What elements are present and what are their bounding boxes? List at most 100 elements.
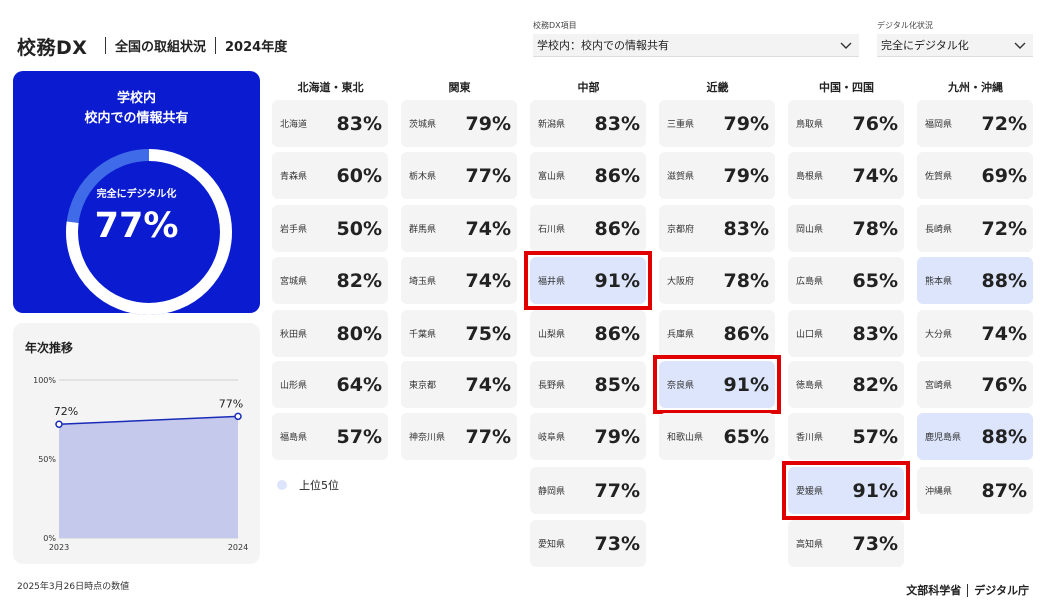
- prefecture-card[interactable]: 和歌山県 65%: [659, 413, 775, 460]
- prefecture-card[interactable]: 熊本県 88%: [917, 257, 1033, 304]
- dx-item-select[interactable]: 学校内：校内での情報共有: [533, 34, 859, 57]
- prefecture-card[interactable]: 兵庫県 86%: [659, 310, 775, 357]
- y-tick-label: 0%: [43, 534, 56, 543]
- data-label: 72%: [54, 405, 78, 418]
- prefecture-name: 徳島県: [796, 381, 824, 391]
- prefecture-card[interactable]: 栃木県 77%: [401, 152, 517, 199]
- prefecture-name: 三重県: [667, 120, 695, 130]
- prefecture-value: 72%: [981, 217, 1027, 240]
- prefecture-name: 山梨県: [538, 330, 566, 340]
- prefecture-name: 山形県: [280, 381, 308, 391]
- prefecture-card[interactable]: 岩手県 50%: [272, 205, 388, 252]
- prefecture-value: 76%: [981, 373, 1027, 396]
- status-select[interactable]: 完全にデジタル化: [877, 34, 1033, 57]
- prefecture-name: 千葉県: [409, 330, 437, 340]
- prefecture-name: 秋田県: [280, 330, 308, 340]
- prefecture-name: 岩手県: [280, 225, 308, 235]
- prefecture-value: 65%: [723, 425, 769, 448]
- prefecture-name: 宮城県: [280, 277, 308, 287]
- prefecture-value: 77%: [594, 479, 640, 502]
- prefecture-card[interactable]: 愛媛県 91%: [788, 467, 904, 514]
- prefecture-card[interactable]: 高知県 73%: [788, 520, 904, 567]
- prefecture-value: 83%: [336, 112, 382, 135]
- prefecture-name: 愛媛県: [796, 487, 824, 497]
- prefecture-name: 宮崎県: [925, 381, 953, 391]
- prefecture-card[interactable]: 北海道 83%: [272, 100, 388, 147]
- prefecture-card[interactable]: 徳島県 82%: [788, 361, 904, 408]
- prefecture-card[interactable]: 神奈川県 77%: [401, 413, 517, 460]
- prefecture-card[interactable]: 岡山県 78%: [788, 205, 904, 252]
- prefecture-name: 茨城県: [409, 120, 437, 130]
- prefecture-name: 青森県: [280, 172, 308, 182]
- prefecture-card[interactable]: 埼玉県 74%: [401, 257, 517, 304]
- prefecture-card[interactable]: 佐賀県 69%: [917, 152, 1033, 199]
- prefecture-card[interactable]: 秋田県 80%: [272, 310, 388, 357]
- prefecture-card[interactable]: 京都府 83%: [659, 205, 775, 252]
- region-header-kanto: 関東: [448, 81, 471, 94]
- prefecture-card[interactable]: 青森県 60%: [272, 152, 388, 199]
- prefecture-card[interactable]: 大阪府 78%: [659, 257, 775, 304]
- prefecture-card[interactable]: 奈良県 91%: [659, 361, 775, 408]
- region-header-chugoku-shikoku: 中国・四国: [819, 81, 874, 94]
- prefecture-value: 74%: [465, 373, 511, 396]
- prefecture-card[interactable]: 大分県 74%: [917, 310, 1033, 357]
- prefecture-card[interactable]: 広島県 65%: [788, 257, 904, 304]
- prefecture-name: 岐阜県: [538, 433, 566, 443]
- prefecture-card[interactable]: 滋賀県 79%: [659, 152, 775, 199]
- footnote: 2025年3月26日時点の数値: [17, 582, 130, 592]
- prefecture-name: 熊本県: [925, 277, 953, 287]
- prefecture-card[interactable]: 福井県 91%: [530, 257, 646, 304]
- x-tick-label: 2023: [49, 543, 69, 552]
- prefecture-card[interactable]: 静岡県 77%: [530, 467, 646, 514]
- prefecture-card[interactable]: 岐阜県 79%: [530, 413, 646, 460]
- prefecture-value: 79%: [723, 112, 769, 135]
- subtitle-text: 全国の取組状況: [115, 40, 207, 55]
- prefecture-value: 77%: [465, 164, 511, 187]
- prefecture-value: 74%: [852, 164, 898, 187]
- prefecture-name: 神奈川県: [409, 433, 446, 443]
- prefecture-card[interactable]: 山梨県 86%: [530, 310, 646, 357]
- prefecture-card[interactable]: 三重県 79%: [659, 100, 775, 147]
- kpi-label: 完全にデジタル化: [96, 189, 177, 200]
- prefecture-card[interactable]: 千葉県 75%: [401, 310, 517, 357]
- y-tick-label: 50%: [38, 455, 56, 464]
- kpi-card: 学校内 校内での情報共有 完全にデジタル化 77%: [13, 71, 260, 315]
- prefecture-card[interactable]: 福島県 57%: [272, 413, 388, 460]
- prefecture-name: 京都府: [667, 225, 695, 235]
- prefecture-card[interactable]: 香川県 57%: [788, 413, 904, 460]
- prefecture-name: 広島県: [796, 277, 824, 287]
- prefecture-name: 高知県: [796, 540, 824, 550]
- prefecture-value: 85%: [594, 373, 640, 396]
- prefecture-card[interactable]: 沖縄県 87%: [917, 467, 1033, 514]
- prefecture-card[interactable]: 群馬県 74%: [401, 205, 517, 252]
- prefecture-name: 大阪府: [667, 277, 695, 287]
- prefecture-name: 愛知県: [538, 540, 566, 550]
- prefecture-card[interactable]: 富山県 86%: [530, 152, 646, 199]
- prefecture-card[interactable]: 山形県 64%: [272, 361, 388, 408]
- prefecture-name: 栃木県: [409, 172, 437, 182]
- prefecture-card[interactable]: 宮城県 82%: [272, 257, 388, 304]
- prefecture-name: 福井県: [538, 277, 566, 287]
- prefecture-card[interactable]: 鳥取県 76%: [788, 100, 904, 147]
- prefecture-card[interactable]: 石川県 86%: [530, 205, 646, 252]
- legend: 上位5位: [277, 477, 339, 493]
- prefecture-card[interactable]: 茨城県 79%: [401, 100, 517, 147]
- prefecture-value: 50%: [336, 217, 382, 240]
- prefecture-card[interactable]: 宮崎県 76%: [917, 361, 1033, 408]
- prefecture-name: 北海道: [280, 120, 308, 130]
- kpi-value: 77%: [94, 206, 179, 246]
- prefecture-card[interactable]: 長野県 85%: [530, 361, 646, 408]
- prefecture-card[interactable]: 愛知県 73%: [530, 520, 646, 567]
- prefecture-card[interactable]: 山口県 83%: [788, 310, 904, 357]
- prefecture-value: 74%: [465, 269, 511, 292]
- prefecture-card[interactable]: 新潟県 83%: [530, 100, 646, 147]
- prefecture-name: 福島県: [280, 433, 308, 443]
- prefecture-card[interactable]: 長崎県 72%: [917, 205, 1033, 252]
- prefecture-name: 岡山県: [796, 225, 824, 235]
- prefecture-card[interactable]: 島根県 74%: [788, 152, 904, 199]
- prefecture-card[interactable]: 東京都 74%: [401, 361, 517, 408]
- prefecture-card[interactable]: 福岡県 72%: [917, 100, 1033, 147]
- prefecture-name: 長野県: [538, 381, 566, 391]
- prefecture-card[interactable]: 鹿児島県 88%: [917, 413, 1033, 460]
- dx-item-select-value: 学校内：校内での情報共有: [537, 39, 669, 52]
